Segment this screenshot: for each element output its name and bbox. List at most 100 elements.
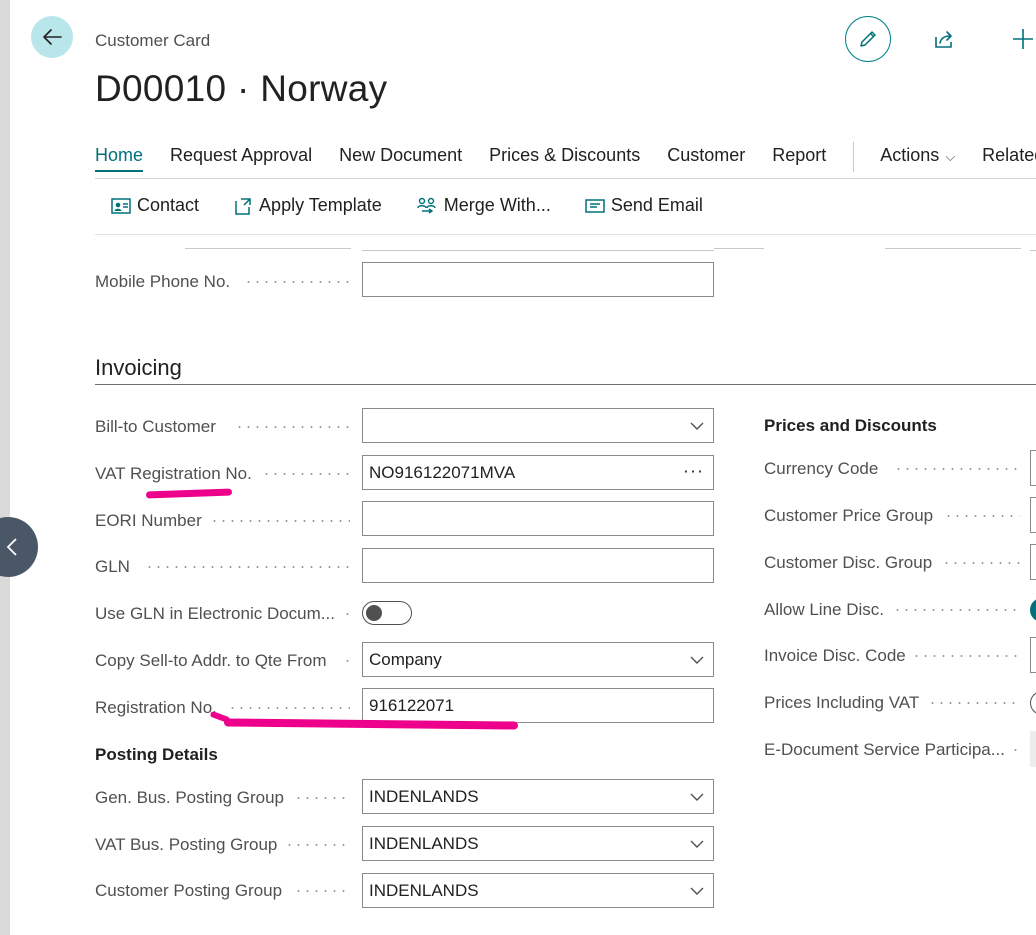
vat-bus-posting-label: VAT Bus. Posting Group (95, 835, 278, 854)
copy-sell-to-select[interactable]: Company (362, 642, 714, 677)
scrolled-input-edge (362, 250, 714, 251)
highlight-mark (145, 488, 233, 499)
tab-customer[interactable]: Customer (667, 145, 745, 170)
customer-price-group-field[interactable] (1030, 497, 1036, 533)
field-leader-dots (210, 520, 350, 522)
scrolled-field-underline (185, 248, 351, 249)
customer-posting-label: Customer Posting Group (95, 881, 283, 900)
currency-code-label: Currency Code (764, 459, 879, 478)
gen-bus-posting-label: Gen. Bus. Posting Group (95, 788, 284, 807)
apply-template-label: Apply Template (259, 195, 382, 215)
field-leader-dots (343, 613, 352, 615)
scrolled-field-underline (714, 248, 764, 249)
prices-discounts-heading: Prices and Discounts (764, 416, 937, 435)
tab-home[interactable]: Home (95, 145, 144, 172)
plus-icon (1013, 29, 1033, 49)
contact-card-icon (111, 197, 131, 214)
mobile-phone-field[interactable] (362, 262, 714, 297)
contact-button[interactable]: Contact (111, 195, 199, 216)
field-leader-dots (893, 609, 1020, 611)
tab-request-approval[interactable]: Request Approval (170, 145, 312, 170)
customer-posting-value: INDENLANDS (369, 880, 479, 900)
prices-including-vat-toggle[interactable] (1030, 691, 1036, 715)
gen-bus-posting-select[interactable]: INDENLANDS (362, 779, 714, 814)
gln-field[interactable] (362, 548, 714, 583)
customer-price-group-label: Customer Price Group (764, 506, 934, 525)
registration-no-field[interactable]: 916122071 (362, 688, 714, 723)
gln-label: GLN (95, 557, 130, 576)
currency-code-field[interactable] (1030, 450, 1036, 486)
left-edge-strip (0, 0, 10, 935)
tab-report[interactable]: Report (772, 145, 826, 170)
send-email-button[interactable]: Send Email (585, 195, 703, 216)
field-leader-dots (343, 660, 352, 662)
copy-sell-to-value: Company (369, 649, 442, 669)
chevron-down-icon (690, 793, 704, 801)
merge-icon (417, 197, 436, 214)
merge-with-button[interactable]: Merge With... (416, 195, 551, 216)
field-leader-dots (944, 515, 1020, 517)
invoice-disc-code-field[interactable] (1030, 637, 1036, 673)
field-leader-dots (294, 890, 350, 892)
action-bar-divider (95, 234, 1036, 235)
tab-prices-discounts[interactable]: Prices & Discounts (489, 145, 640, 170)
page-subtitle: Customer Card (95, 31, 211, 50)
field-leader-dots (928, 702, 1020, 704)
scrolled-input-edge (1030, 250, 1036, 251)
customer-disc-group-label: Customer Disc. Group (764, 553, 933, 572)
registration-no-label: Registration No. (95, 698, 217, 717)
highlight-mark (223, 718, 519, 730)
pencil-icon (860, 31, 876, 47)
e-document-service-label: E-Document Service Participa... (764, 740, 1005, 759)
field-leader-dots (285, 844, 350, 846)
more-options-icon[interactable]: ··· (683, 460, 704, 481)
new-button[interactable] (1008, 24, 1036, 54)
scrolled-field-underline (885, 248, 1021, 249)
tab-actions[interactable]: Actions ⌵ (880, 145, 955, 170)
field-leader-dots (262, 473, 350, 475)
field-leader-dots (942, 562, 1020, 564)
chevron-down-icon (690, 656, 704, 664)
copy-sell-to-label: Copy Sell-to Addr. to Qte From (95, 651, 327, 670)
vat-registration-value: NO916122071MVA (369, 462, 516, 482)
share-icon (935, 31, 952, 48)
tab-actions-label: Actions (880, 144, 940, 165)
posting-details-heading: Posting Details (95, 745, 218, 764)
chevron-left-icon (6, 538, 17, 556)
chevron-down-icon (690, 887, 704, 895)
chevron-down-icon: ⌵ (945, 148, 956, 164)
email-icon (585, 198, 605, 213)
vat-registration-label: VAT Registration No. (95, 464, 252, 483)
field-leader-dots (244, 281, 350, 283)
eori-number-label: EORI Number (95, 511, 202, 530)
e-document-service-field (1030, 731, 1036, 767)
field-leader-dots (235, 426, 350, 428)
action-tabs: Home Request Approval New Document Price… (95, 142, 1036, 172)
customer-posting-select[interactable]: INDENLANDS (362, 873, 714, 908)
tab-related[interactable]: Related (982, 145, 1036, 170)
tabs-divider (95, 178, 1036, 179)
scroll-left-button[interactable] (0, 517, 38, 577)
invoice-disc-code-label: Invoice Disc. Code (764, 646, 906, 665)
chevron-down-icon (690, 840, 704, 848)
field-leader-dots (145, 566, 350, 568)
field-leader-dots (294, 797, 350, 799)
page-title: D00010 · Norway (95, 68, 388, 109)
action-bar: Contact Apply Template Merge With... Sen… (111, 195, 737, 216)
tab-new-document[interactable]: New Document (339, 145, 462, 170)
vat-bus-posting-select[interactable]: INDENLANDS (362, 826, 714, 861)
allow-line-disc-toggle[interactable] (1030, 598, 1036, 622)
back-button[interactable] (31, 16, 73, 58)
section-title-invoicing[interactable]: Invoicing (95, 355, 182, 381)
bill-to-customer-select[interactable] (362, 408, 714, 443)
mobile-phone-label: Mobile Phone No. (95, 272, 231, 291)
apply-template-icon (235, 197, 251, 215)
edit-button[interactable] (845, 16, 891, 62)
vat-registration-field[interactable]: NO916122071MVA ··· (362, 455, 714, 490)
use-gln-toggle[interactable] (362, 601, 412, 625)
field-leader-dots (894, 468, 1020, 470)
share-button[interactable] (930, 24, 960, 54)
apply-template-button[interactable]: Apply Template (233, 195, 382, 216)
eori-number-field[interactable] (362, 501, 714, 536)
customer-disc-group-field[interactable] (1030, 544, 1036, 580)
